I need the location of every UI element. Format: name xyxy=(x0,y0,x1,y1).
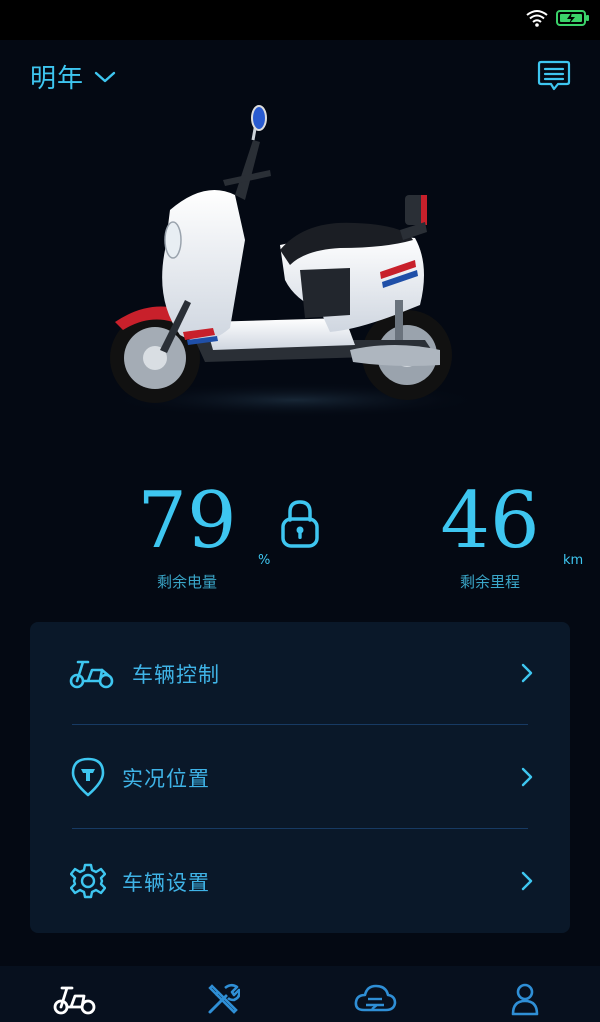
chevron-right-icon xyxy=(521,663,533,683)
scooter-icon xyxy=(53,986,96,1015)
battery-label: 剩余电量 xyxy=(156,573,217,591)
user-icon xyxy=(511,983,539,1016)
menu-item-vehicle-control[interactable]: 车辆控制 xyxy=(30,622,570,725)
menu-divider xyxy=(72,828,528,829)
bottom-tab-bar xyxy=(0,966,600,1022)
menu-divider xyxy=(72,724,528,725)
tab-service[interactable] xyxy=(193,982,253,1022)
lock-icon xyxy=(281,500,319,548)
menu-item-label: 车辆控制 xyxy=(132,663,220,687)
chevron-right-icon xyxy=(521,767,533,787)
message-list-icon xyxy=(537,60,571,91)
menu-item-label: 车辆设置 xyxy=(122,871,210,895)
location-pin-icon xyxy=(71,757,105,797)
battery-value: 79 xyxy=(137,476,237,566)
vehicle-name: 明年 xyxy=(30,64,85,94)
lock-button[interactable] xyxy=(280,498,320,552)
menu-item-vehicle-settings[interactable]: 车辆设置 xyxy=(30,830,570,933)
range-label: 剩余里程 xyxy=(459,573,520,591)
wifi-icon xyxy=(526,10,548,27)
messages-button[interactable] xyxy=(536,58,572,98)
menu-item-label: 实况位置 xyxy=(122,767,210,791)
status-bar xyxy=(0,0,600,40)
scooter-icon xyxy=(69,660,114,689)
tab-profile[interactable] xyxy=(495,982,555,1022)
tools-icon xyxy=(208,983,240,1014)
range-unit: km xyxy=(563,553,584,568)
gear-icon xyxy=(70,863,106,899)
battery-unit: % xyxy=(258,553,271,568)
cloud-icon xyxy=(354,984,397,1012)
status-icons xyxy=(526,9,590,27)
chevron-right-icon xyxy=(521,871,533,891)
tab-vehicle[interactable] xyxy=(45,982,105,1022)
range-stat: 46 km 剩余里程 xyxy=(395,475,585,592)
menu-item-live-location[interactable]: 实况位置 xyxy=(30,726,570,829)
range-value: 46 xyxy=(440,476,540,566)
vehicle-selector[interactable]: 明年 xyxy=(30,58,116,95)
battery-stat: 79 % 剩余电量 xyxy=(92,475,282,592)
tab-cloud[interactable] xyxy=(345,982,405,1022)
scooter-image xyxy=(105,105,485,418)
chevron-down-icon xyxy=(94,71,116,82)
menu-card: 车辆控制 实况位置 车辆设置 xyxy=(30,622,570,933)
battery-charging-icon xyxy=(556,10,589,26)
